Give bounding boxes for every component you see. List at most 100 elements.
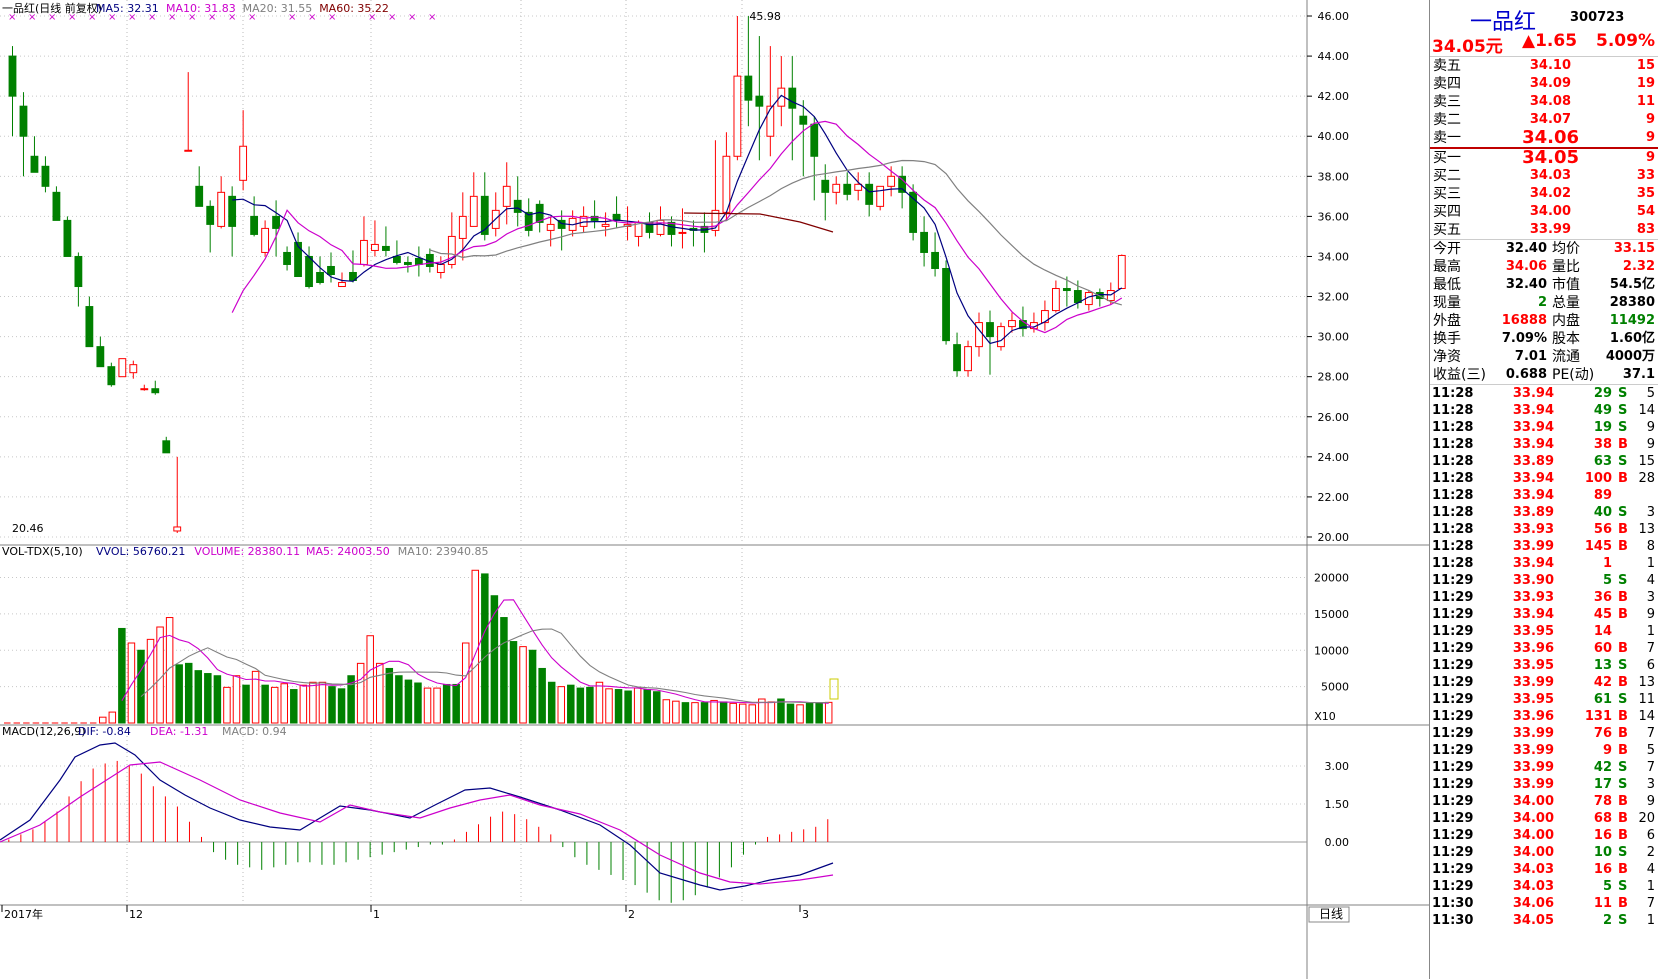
tick-row[interactable]: 11:29 33.99 17 S 3 <box>1430 776 1658 793</box>
candle-body <box>942 267 950 342</box>
ask-row[interactable]: 卖五 34.10 15 <box>1430 57 1658 75</box>
candle-body <box>371 243 379 251</box>
tick-row[interactable]: 11:29 33.95 14 1 <box>1430 623 1658 640</box>
stat-row: 外盘 16888 内盘 11492 <box>1430 312 1658 330</box>
tick-row[interactable]: 11:28 33.94 19 S 9 <box>1430 419 1658 436</box>
candle-body <box>1051 288 1060 312</box>
volume-bar <box>624 690 632 724</box>
bid-row[interactable]: 买四 34.00 54 <box>1430 203 1658 221</box>
tick-volume: 5 <box>1602 879 1612 894</box>
tick-row[interactable]: 11:29 34.00 78 B 9 <box>1430 793 1658 810</box>
tick-row[interactable]: 11:29 33.99 9 B 5 <box>1430 742 1658 759</box>
tick-row[interactable]: 11:28 33.99 145 B 8 <box>1430 538 1658 555</box>
candle-body <box>843 183 852 195</box>
tick-row[interactable]: 11:29 33.93 36 B 3 <box>1430 589 1658 606</box>
ask-volume: 19 <box>1636 76 1655 91</box>
signal-mark: × <box>288 12 296 23</box>
price-axis-label: 28.00 <box>1318 371 1350 384</box>
bid-row[interactable]: 买一 34.05 9 <box>1430 149 1658 167</box>
tick-row[interactable]: 11:28 33.94 49 S 14 <box>1430 402 1658 419</box>
tick-row[interactable]: 11:29 34.00 16 B 6 <box>1430 827 1658 844</box>
candle-body <box>744 75 753 101</box>
ask-row[interactable]: 卖一 34.06 9 <box>1430 129 1658 147</box>
tick-row[interactable]: 11:30 34.06 11 B 7 <box>1430 895 1658 912</box>
tick-volume: 14 <box>1593 624 1612 639</box>
tick-row[interactable]: 11:28 33.94 29 S 5 <box>1430 385 1658 402</box>
ask-label: 卖一 <box>1433 130 1461 146</box>
tick-count: 7 <box>1646 726 1655 741</box>
volume-bar <box>538 667 546 724</box>
tick-row[interactable]: 11:29 33.95 61 S 11 <box>1430 691 1658 708</box>
candle-body <box>678 231 687 234</box>
tick-count: 1 <box>1646 879 1655 894</box>
tick-side: S <box>1618 760 1628 775</box>
ask-row[interactable]: 卖四 34.09 19 <box>1430 75 1658 93</box>
tick-count: 9 <box>1646 607 1655 622</box>
tick-row[interactable]: 11:30 34.05 2 S 1 <box>1430 912 1658 929</box>
candle-body <box>788 87 797 109</box>
tick-count: 11 <box>1638 692 1655 707</box>
stats-table: 今开 32.40 均价 33.15 最高 34.06 量比 2.32 最低 32.40 市值 54.5… <box>1430 240 1658 384</box>
tick-row[interactable]: 11:28 33.94 100 B 28 <box>1430 470 1658 487</box>
stat-label: 量比 <box>1552 259 1580 275</box>
tick-time: 11:29 <box>1432 828 1474 843</box>
tick-volume: 13 <box>1593 658 1612 673</box>
candle-body <box>272 215 280 229</box>
tick-count: 9 <box>1646 420 1655 435</box>
bid-row[interactable]: 买三 34.02 35 <box>1430 185 1658 203</box>
candle-body <box>107 366 116 386</box>
x-axis-label: 2 <box>628 908 635 921</box>
tick-row[interactable]: 11:28 33.94 1 1 <box>1430 555 1658 572</box>
bid-label: 买一 <box>1433 150 1461 166</box>
tick-row[interactable]: 11:29 33.99 42 B 13 <box>1430 674 1658 691</box>
tick-row[interactable]: 11:28 33.94 38 B 9 <box>1430 436 1658 453</box>
stat-value: 32.40 <box>1505 241 1547 256</box>
price-change: ▲1.65 <box>1522 31 1578 51</box>
volume-bar <box>376 662 384 724</box>
ask-row[interactable]: 卖三 34.08 11 <box>1430 93 1658 111</box>
price-axis-label: 22.00 <box>1318 491 1350 504</box>
volume-bar <box>184 662 193 724</box>
bid-row[interactable]: 买二 34.03 33 <box>1430 167 1658 185</box>
stat-label: 收益(三) <box>1433 367 1486 383</box>
tick-time: 11:28 <box>1432 539 1474 554</box>
tick-row[interactable]: 11:29 33.96 131 B 14 <box>1430 708 1658 725</box>
volume-bar <box>414 682 422 724</box>
tick-list[interactable]: 11:28 33.94 29 S 5 11:28 33.94 49 S 14 11:28 33.94 1… <box>1430 385 1658 929</box>
stat-value: 33.15 <box>1613 241 1655 256</box>
tick-row[interactable]: 11:29 34.00 68 B 20 <box>1430 810 1658 827</box>
tick-volume: 78 <box>1593 794 1612 809</box>
tick-row[interactable]: 11:28 33.89 63 S 15 <box>1430 453 1658 470</box>
kline-chart-area[interactable]: 46.00 44.00 42.00 40.00 38.00 36.00 34.00 32.00… <box>0 0 1429 979</box>
tick-price: 33.94 <box>1512 607 1554 622</box>
tick-row[interactable]: 11:29 33.95 13 S 6 <box>1430 657 1658 674</box>
tick-row[interactable]: 11:29 33.90 5 S 4 <box>1430 572 1658 589</box>
tick-time: 11:29 <box>1432 675 1474 690</box>
tick-row[interactable]: 11:29 33.96 60 B 7 <box>1430 640 1658 657</box>
tick-row[interactable]: 11:29 34.00 10 S 2 <box>1430 844 1658 861</box>
tick-row[interactable]: 11:28 33.94 89 <box>1430 487 1658 504</box>
signal-mark: × <box>8 12 16 23</box>
tick-row[interactable]: 11:29 33.94 45 B 9 <box>1430 606 1658 623</box>
tick-price: 33.94 <box>1512 488 1554 503</box>
tick-side: B <box>1618 607 1628 622</box>
tick-row[interactable]: 11:29 34.03 5 S 1 <box>1430 878 1658 895</box>
bid-row[interactable]: 买五 33.99 83 <box>1430 221 1658 239</box>
tick-time: 11:29 <box>1432 607 1474 622</box>
tick-price: 34.05 <box>1512 913 1554 928</box>
volume-bar <box>738 703 747 724</box>
tick-price: 33.94 <box>1512 386 1554 401</box>
candle-body <box>832 183 841 193</box>
tick-row[interactable]: 11:28 33.93 56 B 13 <box>1430 521 1658 538</box>
volume-bar <box>309 681 317 724</box>
tick-row[interactable]: 11:29 34.03 16 B 4 <box>1430 861 1658 878</box>
tick-row[interactable]: 11:29 33.99 76 B 7 <box>1430 725 1658 742</box>
volume-bar <box>710 699 718 724</box>
stat-row: 最高 34.06 量比 2.32 <box>1430 258 1658 276</box>
signal-mark: × <box>228 12 236 23</box>
tick-time: 11:29 <box>1432 879 1474 894</box>
tick-row[interactable]: 11:28 33.89 40 S 3 <box>1430 504 1658 521</box>
tick-row[interactable]: 11:29 33.99 42 S 7 <box>1430 759 1658 776</box>
candle-body <box>502 185 511 207</box>
signal-mark: × <box>408 12 416 23</box>
